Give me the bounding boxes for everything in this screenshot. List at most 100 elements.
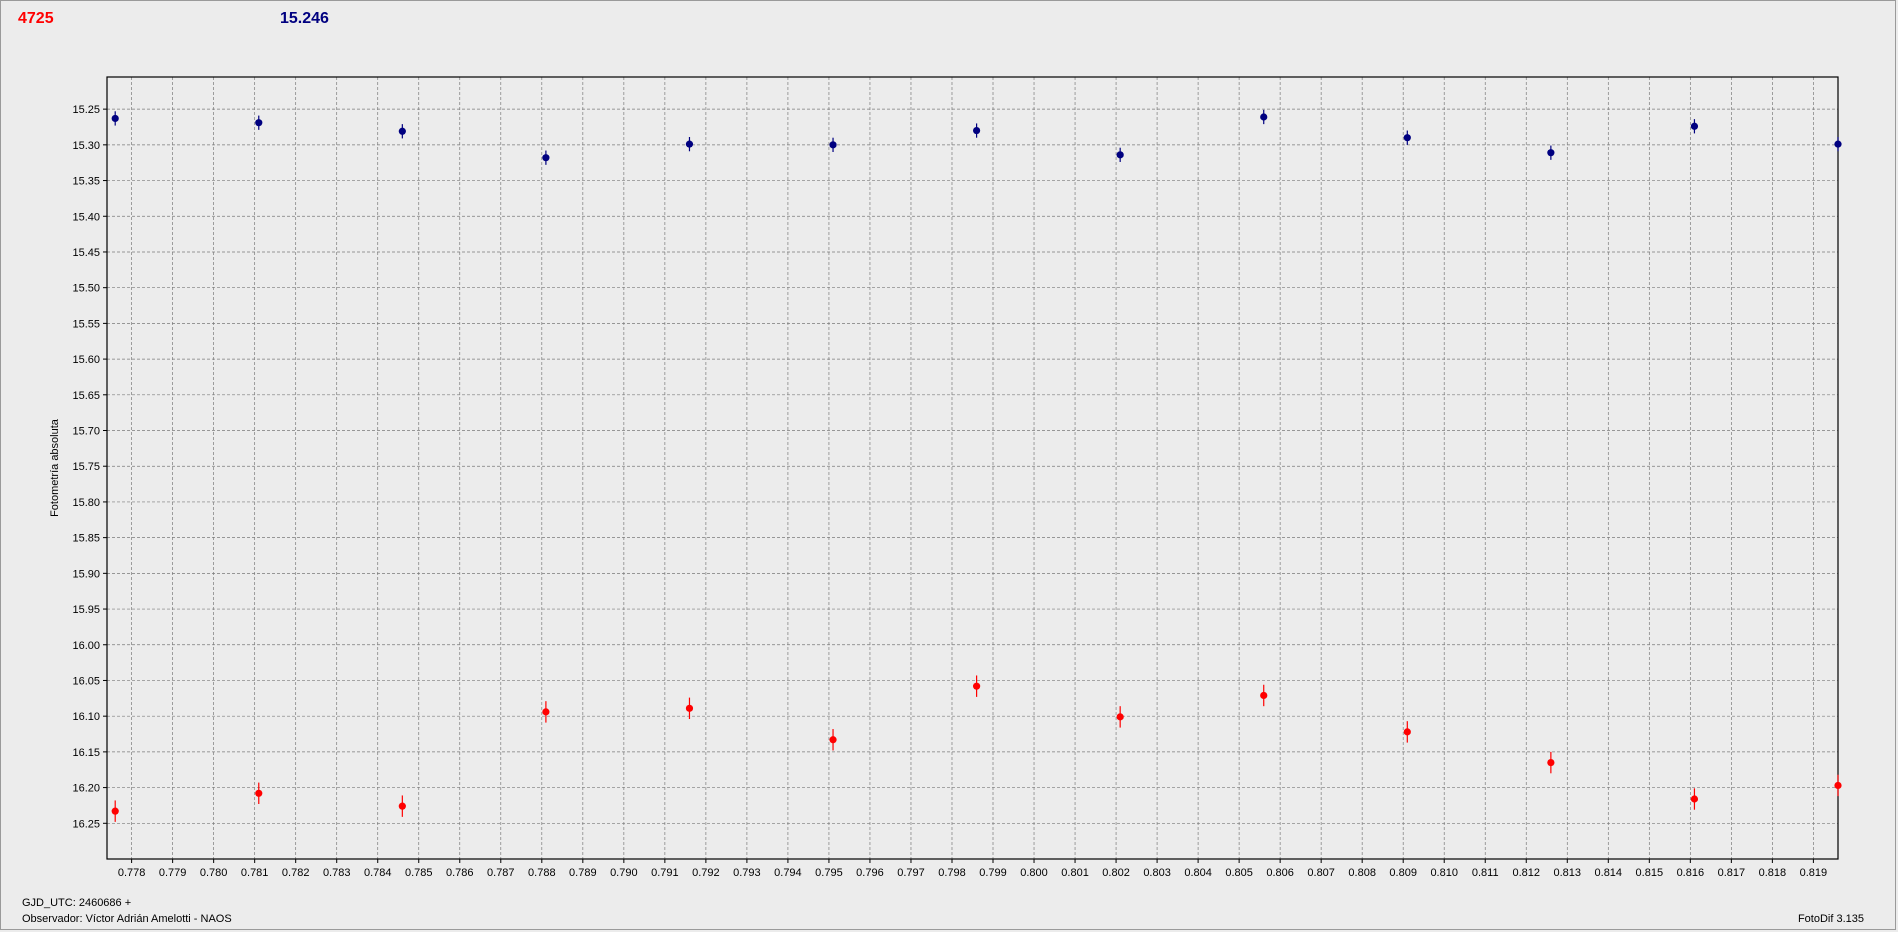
data-point (829, 141, 837, 149)
x-tick-label: 0.783 (323, 867, 351, 879)
y-tick-label: 16.10 (72, 711, 100, 723)
data-point (398, 802, 406, 810)
x-tick-label: 0.803 (1143, 867, 1171, 879)
data-point (111, 807, 119, 815)
data-point (685, 140, 694, 148)
data-point (1260, 691, 1268, 700)
y-tick-label: 15.70 (72, 426, 100, 438)
x-tick-label: 0.815 (1636, 867, 1664, 879)
y-axis-ticks: 15.25 15.30 15.35 15.40 15.45 15.50 15.55 15.60… (72, 104, 107, 830)
data-point (398, 127, 406, 135)
y-tick-label: 15.80 (72, 497, 100, 509)
data-point (1116, 151, 1124, 159)
data-point (1547, 149, 1555, 157)
x-tick-label: 0.808 (1348, 867, 1376, 879)
y-tick-label: 15.25 (72, 104, 100, 116)
x-tick-label: 0.805 (1225, 867, 1253, 879)
grid (107, 77, 1838, 859)
y-tick-label: 15.65 (72, 390, 100, 402)
x-tick-label: 0.795 (815, 867, 843, 879)
x-tick-label: 0.811 (1472, 867, 1499, 879)
x-tick-label: 0.819 (1800, 867, 1828, 879)
y-tick-label: 16.25 (72, 818, 100, 830)
x-tick-label: 0.789 (569, 867, 597, 879)
y-tick-label: 15.55 (72, 318, 100, 330)
x-tick-label: 0.800 (1020, 867, 1048, 879)
x-tick-label: 0.786 (446, 867, 474, 879)
data-point (829, 736, 837, 744)
data-point (1547, 758, 1555, 767)
data-point (973, 682, 981, 690)
y-tick-label: 15.50 (72, 283, 100, 295)
photometry-chart[interactable]: 0.778 0.779 0.780 0.781 0.782 0.783 0.784 0.785… (0, 0, 1898, 900)
data-points (111, 109, 1842, 822)
x-tick-label: 0.813 (1554, 867, 1582, 879)
y-tick-label: 16.20 (72, 783, 100, 795)
x-tick-label: 0.812 (1512, 867, 1540, 879)
data-point (255, 789, 263, 797)
data-point (973, 126, 981, 135)
x-tick-label: 0.794 (774, 867, 802, 879)
x-tick-label: 0.790 (610, 867, 638, 879)
version-label: FotoDif 3.135 (1797, 913, 1864, 925)
x-tick-label: 0.788 (528, 867, 556, 879)
x-tick-label: 0.804 (1184, 867, 1212, 879)
data-point (255, 119, 263, 127)
x-tick-label: 0.793 (733, 867, 761, 879)
data-point (1690, 795, 1699, 803)
x-tick-label: 0.778 (118, 867, 146, 879)
x-tick-label: 0.797 (897, 867, 925, 879)
x-tick-label: 0.787 (487, 867, 515, 879)
x-tick-label: 0.796 (856, 867, 884, 879)
x-tick-label: 0.792 (692, 867, 720, 879)
x-tick-label: 0.806 (1266, 867, 1294, 879)
x-tick-label: 0.781 (241, 867, 269, 879)
data-point (685, 704, 694, 712)
y-tick-label: 15.60 (72, 354, 100, 366)
x-tick-label: 0.782 (282, 867, 310, 879)
data-point (1834, 781, 1842, 790)
x-tick-label: 0.807 (1307, 867, 1335, 879)
y-tick-label: 15.30 (72, 140, 100, 152)
x-axis-ticks: 0.778 0.779 0.780 0.781 0.782 0.783 0.784 0.785… (118, 859, 1827, 879)
x-tick-label: 0.799 (979, 867, 1007, 879)
x-tick-label: 0.810 (1430, 867, 1458, 879)
observer-label: Observador: Víctor Adrián Amelotti - NAO… (22, 913, 232, 925)
x-tick-label: 0.802 (1102, 867, 1130, 879)
data-point (1403, 134, 1411, 142)
y-tick-label: 15.45 (72, 247, 100, 259)
x-tick-label: 0.785 (405, 867, 433, 879)
y-tick-label: 16.00 (72, 640, 100, 652)
x-tick-label: 0.809 (1389, 867, 1417, 879)
y-axis-label: Fotometría absoluta (49, 419, 61, 517)
x-tick-label: 0.798 (938, 867, 966, 879)
y-tick-label: 15.90 (72, 568, 100, 580)
x-tick-label: 0.816 (1677, 867, 1705, 879)
x-tick-label: 0.818 (1759, 867, 1787, 879)
target-series (111, 675, 1842, 822)
y-tick-label: 15.40 (72, 211, 100, 223)
data-point (542, 708, 550, 716)
x-tick-label: 0.780 (200, 867, 228, 879)
x-tick-label: 0.784 (364, 867, 392, 879)
data-point (542, 154, 550, 162)
comparison-series (111, 109, 1842, 165)
y-tick-label: 15.35 (72, 176, 100, 188)
data-point (111, 114, 119, 123)
x-tick-label: 0.791 (651, 867, 679, 879)
plot-area (106, 76, 1839, 860)
data-point (1834, 140, 1842, 148)
gjd-label: GJD_UTC: 2460686 + (22, 897, 132, 909)
x-tick-label: 0.817 (1718, 867, 1746, 879)
y-tick-label: 16.15 (72, 747, 100, 759)
y-tick-label: 15.95 (72, 604, 100, 616)
data-point (1260, 113, 1268, 121)
y-tick-label: 15.75 (72, 461, 100, 473)
y-tick-label: 16.05 (72, 675, 100, 687)
x-tick-label: 0.814 (1595, 867, 1623, 879)
data-point (1403, 728, 1411, 736)
x-tick-label: 0.801 (1061, 867, 1089, 879)
x-tick-label: 0.779 (159, 867, 187, 879)
data-point (1690, 122, 1699, 130)
y-tick-label: 15.85 (72, 533, 100, 545)
